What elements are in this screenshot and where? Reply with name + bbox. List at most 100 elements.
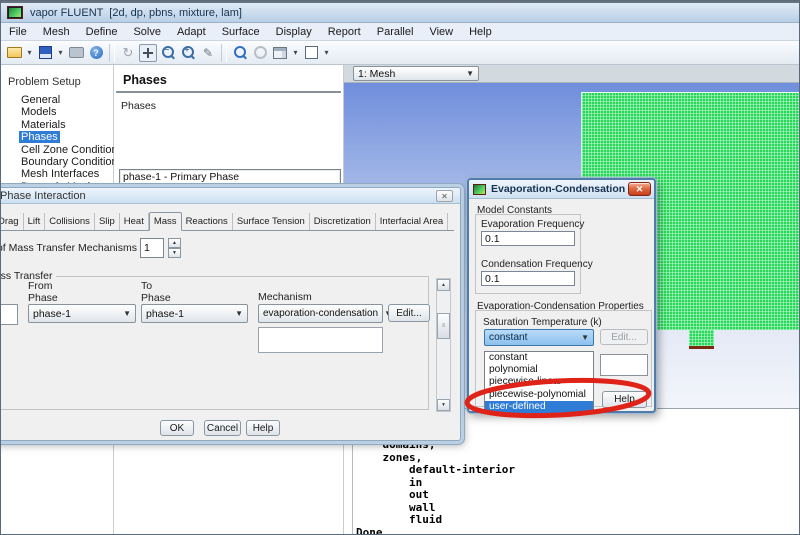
help-icon[interactable] [87,44,105,62]
views-icon[interactable] [271,44,289,62]
tab[interactable]: Reactions [182,213,233,230]
probe-icon[interactable] [199,44,217,62]
page-title: Phases [123,73,167,87]
nav-tree-item[interactable]: Materials [1,119,113,131]
tab[interactable]: Mass [148,212,182,231]
row-index-cell [1,304,18,325]
dropdown-option[interactable]: user-defined [485,400,593,413]
menu-item[interactable]: Mesh [35,24,78,40]
window-title-bar[interactable]: vapor FLUENT [2d, dp, pbns, mixture, lam… [1,1,799,23]
dropdown-option[interactable]: piecewise-linear [485,376,593,388]
cancel-button[interactable]: Cancel [204,420,241,436]
scroll-down-icon[interactable]: ▼ [437,399,450,411]
tab[interactable]: Interfacial Area [376,213,449,230]
mass-transfer-group: Mass Transfer From Phase To Phase Mechan… [1,270,430,410]
toolbar-separator[interactable] [221,43,227,62]
nav-tree-item[interactable]: General [1,94,113,106]
close-icon[interactable]: ✕ [436,190,453,202]
open-file-icon[interactable] [5,44,23,62]
mechanism-detail-field [258,327,383,353]
mechanism-column-header: Mechanism [258,291,312,303]
to-phase-column-header: To Phase [141,280,171,304]
nav-tree-item[interactable]: Phases [1,131,113,144]
rotate-icon[interactable] [119,44,137,62]
menu-item[interactable]: File [1,24,35,40]
menu-item[interactable]: Parallel [369,24,422,40]
dropdown-arrow[interactable] [322,44,331,62]
lights-icon[interactable] [251,44,269,62]
close-icon[interactable]: ✕ [628,182,651,196]
dropdown-arrow[interactable] [25,44,34,62]
from-phase-dropdown[interactable]: phase-1 ▼ [28,304,136,323]
tab[interactable]: Surface Tension [233,213,310,230]
scrollbar-thumb[interactable]: ≡ [437,313,450,339]
nav-tree-item[interactable]: Cell Zone Conditions [1,144,123,156]
console-line: out [356,488,429,501]
dropdown-option[interactable]: constant [485,352,593,364]
menu-item[interactable]: Solve [125,24,169,40]
ok-button[interactable]: OK [160,420,194,436]
phase-list-item[interactable]: phase-1 - Primary Phase [123,171,340,184]
saturation-temperature-label: Saturation Temperature (k) [483,317,602,328]
tab[interactable]: Heat [120,213,149,230]
nav-tree-item[interactable]: Mesh Interfaces [1,168,113,180]
console-line: fluid [356,513,443,526]
snapshot-icon[interactable] [67,44,85,62]
box-select-icon[interactable] [302,44,320,62]
help-button[interactable]: Help [246,420,280,436]
fluent-main-window: vapor FLUENT [2d, dp, pbns, mixture, lam… [0,0,800,535]
menu-item[interactable]: Help [461,24,500,40]
mechanisms-count-input[interactable] [140,238,164,258]
tab[interactable]: Lift [24,213,46,230]
spinner-down-icon[interactable]: ▼ [168,248,181,258]
phase-interaction-title-bar[interactable]: Phase Interaction [1,188,460,204]
dropdown-arrow[interactable] [56,44,65,62]
saturation-value-field[interactable] [600,354,648,376]
condensation-frequency-input[interactable] [481,271,575,286]
dropdown-arrow[interactable] [291,44,300,62]
menu-item[interactable]: Define [78,24,126,40]
evap-dialog-title-bar[interactable]: Evaporation-Condensation ... [469,180,654,199]
to-phase-dropdown[interactable]: phase-1 ▼ [141,304,248,323]
evaporation-frequency-label: Evaporation Frequency [481,219,585,230]
mechanism-edit-button[interactable]: Edit... [388,304,430,322]
saturation-temperature-dropdown[interactable]: constant ▼ [484,329,594,346]
spinner-up-icon[interactable]: ▲ [168,238,181,248]
menu-item[interactable]: Display [268,24,320,40]
console-line: Done. [356,525,390,535]
help-button[interactable]: Help [602,391,647,408]
evaporation-frequency-input[interactable] [481,231,575,246]
menu-item[interactable]: Adapt [169,24,214,40]
nav-tree-item[interactable]: Models [1,106,113,118]
menu-item[interactable]: Report [320,24,369,40]
nav-tree-item[interactable]: Boundary Conditions [1,156,123,168]
menu-item[interactable]: View [421,24,461,40]
tab[interactable]: Collisions [45,213,95,230]
dropdown-option[interactable]: polynomial [485,364,593,376]
nav-tree: General Models Materials Phases Cell Zon… [1,94,123,193]
tab[interactable]: Drag [1,213,24,230]
toolbar-separator[interactable] [109,43,115,62]
evaporation-condensation-dialog: Evaporation-Condensation ... ✕ Model Con… [467,178,656,414]
zoom-in-icon[interactable]: + [179,44,197,62]
dropdown-option[interactable]: piecewise-polynomial [485,389,593,401]
mechanism-dropdown[interactable]: evaporation-condensation ▼ [258,304,392,323]
saturation-temperature-value: constant [489,332,528,343]
saturation-temperature-options-list: constant polynomial piecewise-linear piecew… [484,351,594,414]
condensation-frequency-label: Condensation Frequency [481,259,593,270]
tab[interactable]: Slip [95,213,120,230]
save-icon[interactable] [36,44,54,62]
zoom-out-icon[interactable]: – [159,44,177,62]
tab[interactable]: Discretization [310,213,376,230]
scroll-up-icon[interactable]: ▲ [437,279,450,291]
dialog-title: Evaporation-Condensation ... [491,183,637,195]
console-line: default-interior [356,463,515,476]
evap-properties-group: Saturation Temperature (k) constant ▼ Ed… [475,310,652,414]
view-selector-dropdown[interactable]: 1: Mesh ▼ [353,66,479,81]
mechanisms-count-label: Number of Mass Transfer Mechanisms [1,242,137,254]
pan-icon[interactable] [139,43,157,62]
menu-item[interactable]: Surface [214,24,268,40]
toolbar: –+ [1,41,799,65]
magnify-icon[interactable] [231,44,249,62]
mass-transfer-scrollbar[interactable]: ▲ ≡ ▼ [436,278,451,412]
